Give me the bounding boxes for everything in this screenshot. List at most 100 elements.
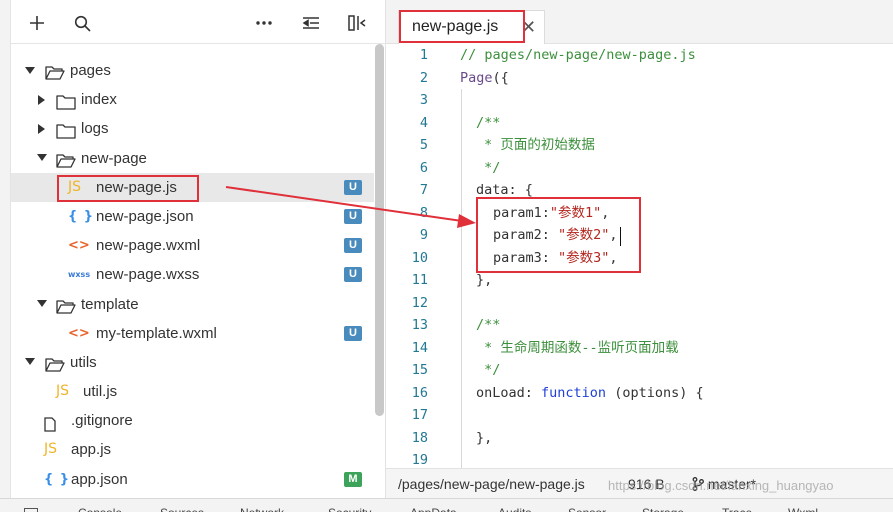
- devtools-tab[interactable]: Sensor: [568, 506, 606, 512]
- tree-item-app-json[interactable]: { } app.json M: [11, 465, 374, 494]
- chevron-right-icon[interactable]: [35, 85, 49, 114]
- code-token: * 生命周期函数--监听页面加载: [476, 339, 679, 356]
- git-status-badge: U: [344, 208, 362, 224]
- line-number: 9: [419, 227, 428, 243]
- code-token: ,: [609, 249, 618, 266]
- close-icon[interactable]: ✕: [521, 17, 536, 38]
- folder-open-icon: [56, 150, 76, 168]
- file-tree: pages index logs new-page JS new-page.js U{ } n…: [11, 56, 374, 494]
- js-file-icon: JS: [44, 441, 58, 458]
- line-number: 11: [411, 272, 428, 288]
- code-token: param3:: [493, 249, 559, 266]
- code-token: onLoad:: [476, 384, 542, 401]
- json-file-icon: { }: [68, 208, 95, 224]
- line-number: 10: [411, 249, 428, 266]
- tree-item-template[interactable]: template: [11, 290, 374, 319]
- tree-item-new-page-wxml[interactable]: <> new-page.wxml U: [11, 231, 374, 260]
- tree-item-label: my-template.wxml: [96, 324, 217, 342]
- code-line: */: [476, 157, 500, 180]
- code-token: },: [476, 272, 493, 288]
- devtools-tab[interactable]: AppData: [410, 506, 457, 512]
- devtools-tab[interactable]: Audits: [498, 506, 531, 512]
- code-area[interactable]: 1 // pages/new-page/new-page.js 2 Page({3 4 /…: [386, 44, 893, 468]
- devtools-tab[interactable]: Wxml: [788, 506, 818, 512]
- panel-toggle-icon[interactable]: [24, 508, 38, 512]
- tree-item-logs[interactable]: logs: [11, 114, 374, 143]
- code-line: },: [476, 269, 492, 292]
- indent-guide: [461, 89, 462, 468]
- line-number: 18: [411, 429, 428, 446]
- folder-icon: [56, 120, 76, 140]
- line-number: 15: [411, 362, 428, 378]
- tree-item-utils[interactable]: utils: [11, 348, 374, 377]
- json-file-icon: { }: [44, 471, 71, 487]
- chevron-down-icon[interactable]: [23, 348, 37, 377]
- git-status-badge: U: [344, 325, 362, 341]
- chevron-down-icon[interactable]: [35, 290, 49, 319]
- code-token: * 页面的初始数据: [476, 137, 595, 153]
- line-number: 12: [411, 294, 428, 311]
- chevron-down-icon[interactable]: [35, 144, 49, 173]
- tree-item-label: logs: [81, 120, 109, 138]
- split-editor-icon[interactable]: [346, 12, 368, 34]
- line-number: 14: [411, 339, 428, 356]
- code-token: function: [541, 384, 607, 401]
- tree-item-label: new-page.wxml: [96, 237, 201, 255]
- tree-item-index[interactable]: index: [11, 85, 374, 114]
- line-number: 13: [411, 317, 428, 333]
- indent-guide: [477, 201, 478, 269]
- search-icon[interactable]: [71, 12, 93, 34]
- more-icon[interactable]: [253, 12, 275, 34]
- chevron-down-icon[interactable]: [23, 56, 37, 85]
- code-token: Page: [460, 69, 493, 86]
- code-line: /**: [476, 112, 500, 135]
- code-line: data: {: [476, 179, 533, 202]
- collapse-all-icon[interactable]: [300, 12, 322, 34]
- code-line: * 页面的初始数据: [476, 134, 595, 157]
- tree-item-new-page-js[interactable]: JS new-page.js U: [11, 172, 374, 202]
- code-token: ({: [492, 69, 509, 86]
- tree-item-label: app.js: [71, 441, 112, 459]
- devtools-tab[interactable]: Network: [240, 506, 284, 512]
- code-token: },: [476, 429, 493, 446]
- code-token: param1:: [493, 204, 550, 221]
- code-token: ,: [609, 227, 618, 243]
- devtools-tab[interactable]: Sources: [160, 506, 204, 512]
- folder-open-icon: [56, 296, 76, 314]
- chevron-right-icon[interactable]: [35, 114, 49, 143]
- devtools-tab[interactable]: Security: [328, 506, 371, 512]
- git-status-badge: U: [344, 238, 362, 254]
- devtools-tab[interactable]: Console: [78, 506, 122, 512]
- tree-item-new-page-wxss[interactable]: wxss new-page.wxss U: [11, 260, 374, 289]
- devtools-tab[interactable]: Trace: [722, 506, 752, 512]
- folder-open-icon: [45, 354, 65, 372]
- devtools-tab[interactable]: Storage: [642, 506, 684, 512]
- code-line: onLoad: function (options) {: [476, 382, 704, 405]
- line-number: 8: [419, 204, 428, 221]
- status-bar: /pages/new-page/new-page.js 916 B master…: [386, 468, 893, 498]
- tree-item-util-js[interactable]: JS util.js: [11, 377, 374, 406]
- code-token: (options) {: [606, 384, 704, 401]
- line-number: 17: [411, 407, 428, 423]
- tree-item-new-page[interactable]: new-page: [11, 144, 374, 173]
- code-token: // pages/new-page/new-page.js: [460, 47, 696, 63]
- code-token: "参数1": [549, 204, 602, 221]
- tree-item-new-page-json[interactable]: { } new-page.json U: [11, 202, 374, 231]
- tab-new-page-js[interactable]: new-page.js ✕: [398, 10, 545, 44]
- tree-item-label: new-page.wxss: [96, 266, 200, 284]
- code-editor: new-page.js ✕ 1 // pages/new-page/new-pag…: [386, 0, 893, 498]
- tree-item-pages[interactable]: pages: [11, 56, 374, 85]
- explorer-scrollbar[interactable]: [375, 44, 384, 416]
- js-file-icon: JS: [68, 178, 82, 195]
- add-icon[interactable]: [26, 12, 48, 34]
- tree-item-app-js[interactable]: JS app.js: [11, 435, 374, 464]
- tree-item-label: pages: [70, 62, 111, 79]
- tree-item-gitignore[interactable]: .gitignore: [11, 406, 374, 435]
- watermark: https://blog.csdn.net/lanxing_huangyao: [608, 478, 834, 493]
- folder-icon: [56, 91, 76, 110]
- line-number: 2: [419, 69, 428, 86]
- line-number: 5: [419, 137, 428, 153]
- tree-item-label: util.js: [83, 383, 118, 401]
- tree-item-label: new-page.json: [96, 207, 194, 225]
- tree-item-my-template-wxml[interactable]: <> my-template.wxml U: [11, 319, 374, 348]
